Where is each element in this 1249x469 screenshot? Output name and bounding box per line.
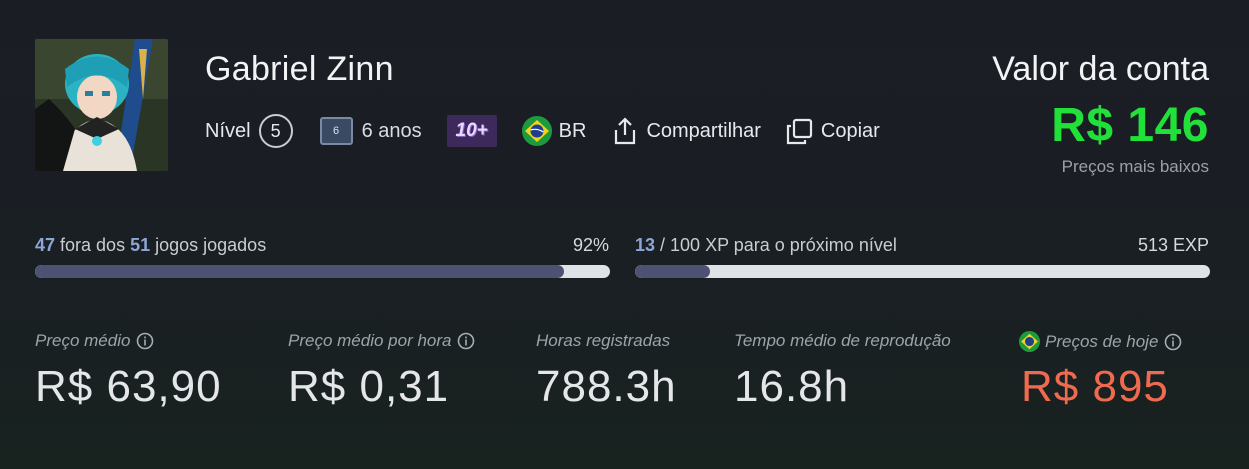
profile-meta-row: Nível 5 6 6 anos 10+ BR Compartilhar Cop… <box>205 112 880 150</box>
stat-label-text: Horas registradas <box>536 331 671 350</box>
copy-icon[interactable] <box>786 118 813 145</box>
stat-value-price-per-hour: R$ 0,31 <box>288 362 450 411</box>
games-progress-label: 47 fora dos 51 jogos jogados <box>35 235 266 256</box>
stat-value-hours-logged: 788.3h <box>536 362 677 411</box>
stat-label-text: Preço médio <box>35 331 131 350</box>
games-badge: 10+ <box>446 115 497 147</box>
account-value-amount: R$ 146 <box>1051 99 1209 152</box>
stat-label-text: Preços de hoje <box>1045 331 1159 351</box>
avatar[interactable] <box>35 39 168 171</box>
stat-value-today-prices: R$ 895 <box>1021 362 1169 411</box>
games-middle-text: fora dos <box>55 235 131 255</box>
info-icon[interactable] <box>136 332 154 350</box>
games-played-count: 47 <box>35 235 56 255</box>
xp-progress-fill <box>635 265 710 278</box>
games-total-count: 51 <box>130 235 151 255</box>
games-progress-bar <box>35 265 610 278</box>
games-suffix-text: jogos jogados <box>150 235 267 255</box>
level-circle: 5 <box>258 114 293 148</box>
brazil-flag-icon <box>521 116 552 146</box>
brazil-flag-icon <box>1019 331 1040 352</box>
stat-value-average-price: R$ 63,90 <box>35 362 222 411</box>
stat-label-average-price: Preço médio <box>35 331 154 351</box>
stat-label-today-prices: Preços de hoje <box>1019 331 1182 352</box>
games-progress-fill <box>35 265 564 278</box>
xp-current: 13 <box>635 235 656 255</box>
games-percent: 92% <box>572 235 609 255</box>
account-value-subtitle: Preços mais baixos <box>1061 157 1209 176</box>
info-icon[interactable] <box>1164 333 1182 351</box>
country-code: BR <box>558 119 587 142</box>
stat-label-average-playtime: Tempo médio de reprodução <box>734 331 951 351</box>
xp-progress-bar <box>635 265 1210 278</box>
stat-label-text: Preço médio por hora <box>288 331 452 350</box>
account-value-title: Valor da conta <box>992 50 1209 88</box>
level-label: Nível <box>205 119 251 142</box>
stat-label-hours-logged: Horas registradas <box>536 331 670 351</box>
profile-card: Gabriel Zinn Nível 5 6 6 anos 10+ BR Com… <box>0 0 1249 469</box>
xp-suffix-text: / 100 XP para o próximo nível <box>655 235 897 255</box>
years-badge-icon: 6 <box>319 117 353 145</box>
share-button[interactable]: Compartilhar <box>646 120 760 143</box>
info-icon[interactable] <box>457 332 475 350</box>
stat-value-average-playtime: 16.8h <box>734 362 850 411</box>
share-icon[interactable] <box>613 117 637 145</box>
xp-progress-label: 13 / 100 XP para o próximo nível <box>635 235 897 256</box>
xp-total-exp: 513 EXP <box>1137 235 1209 255</box>
player-name: Gabriel Zinn <box>205 50 394 88</box>
stat-label-price-per-hour: Preço médio por hora <box>288 331 475 351</box>
copy-button[interactable]: Copiar <box>821 120 880 143</box>
years-text: 6 anos <box>361 119 422 142</box>
stat-label-text: Tempo médio de reprodução <box>734 331 951 350</box>
